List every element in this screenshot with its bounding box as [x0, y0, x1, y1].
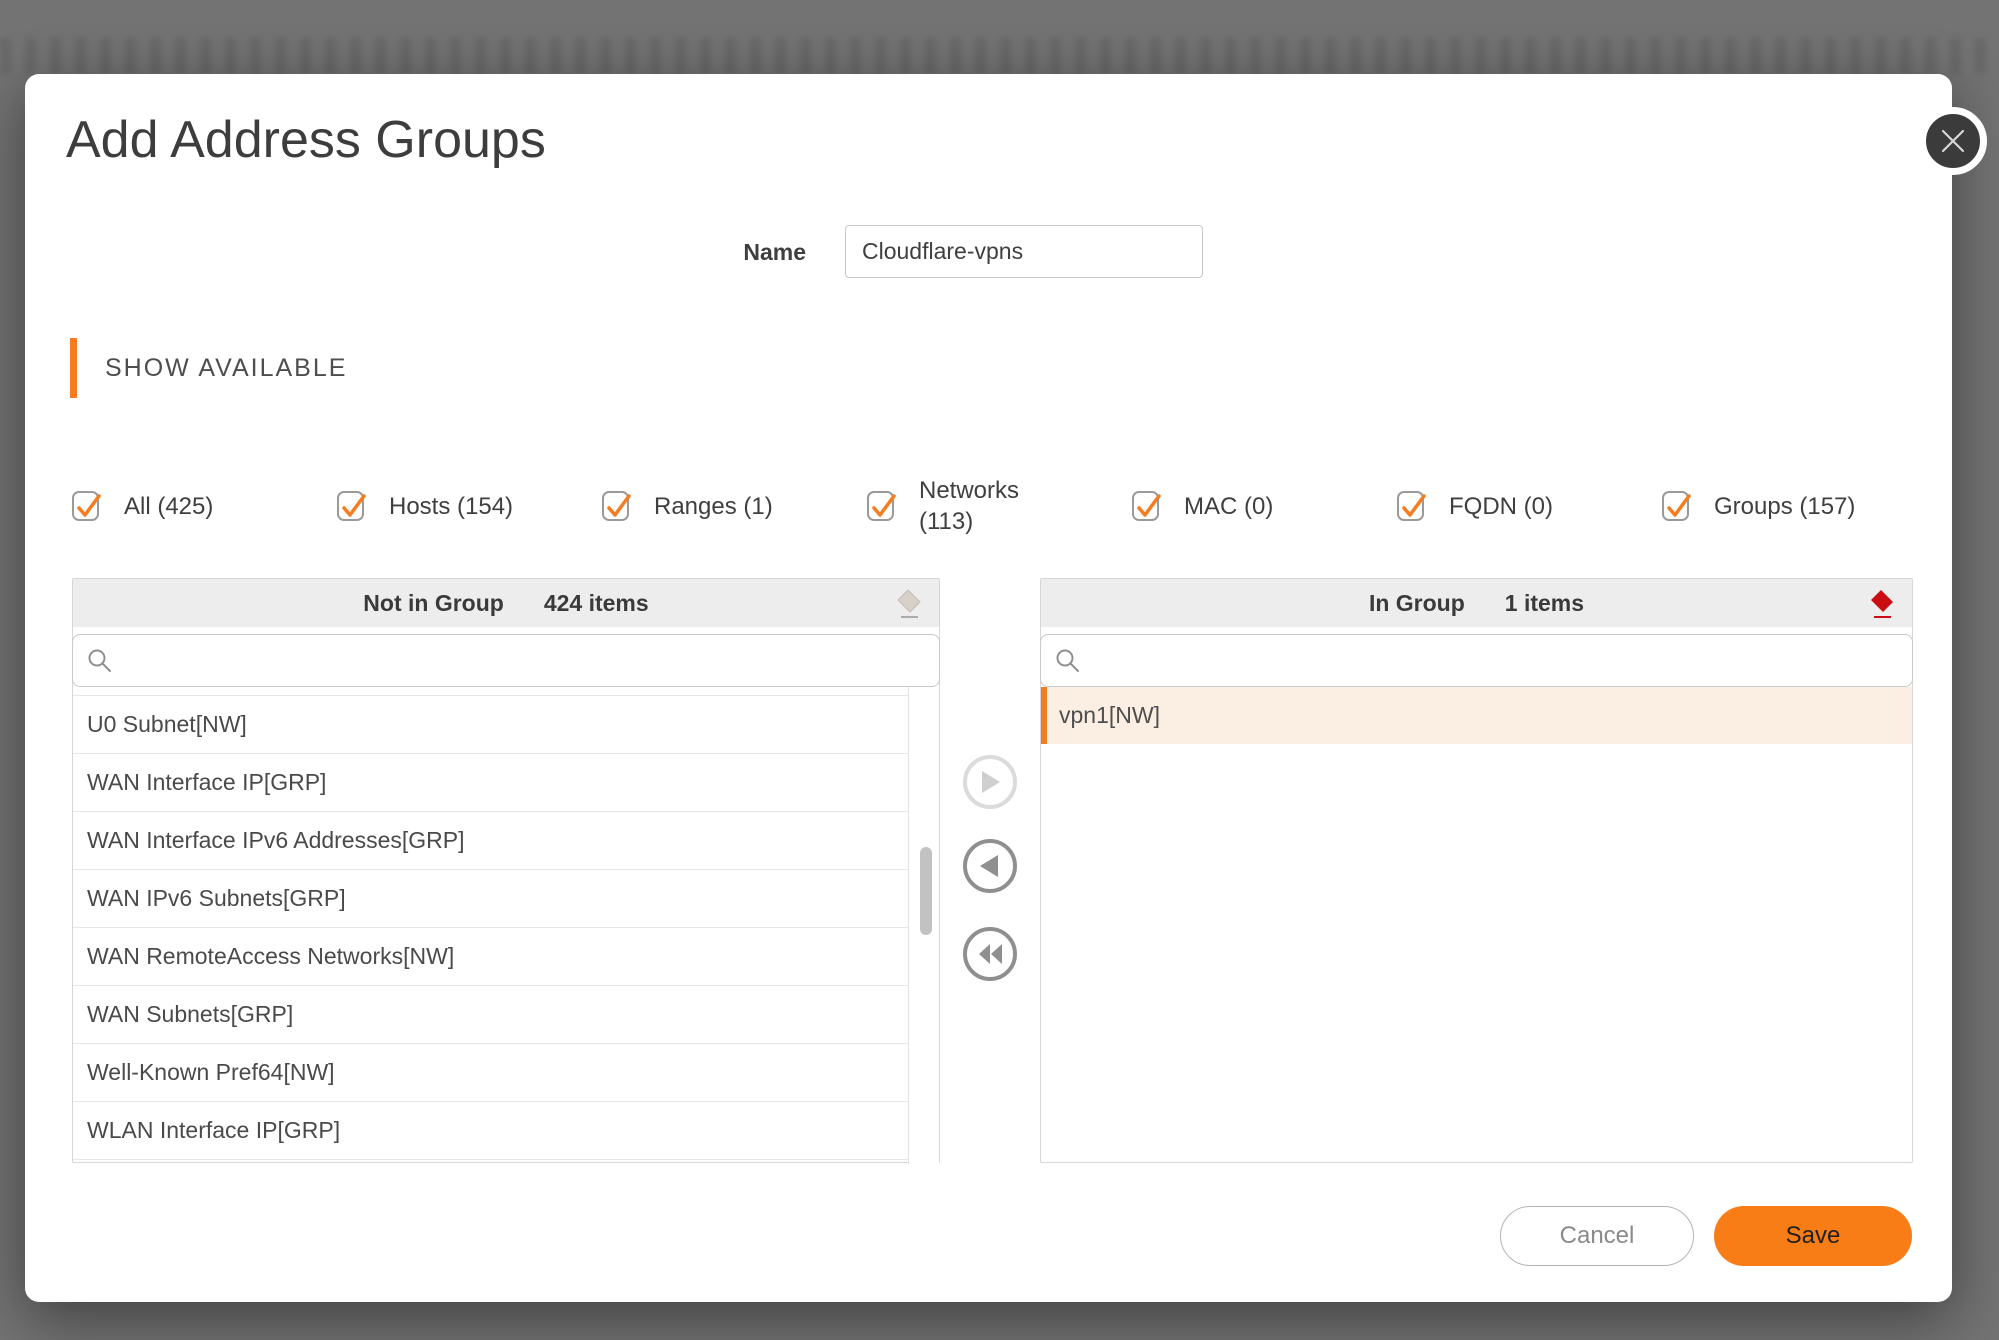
filter-label: Hosts (154) [389, 491, 513, 522]
x-icon [1940, 128, 1966, 154]
not-in-group-header: Not in Group 424 items [73, 579, 939, 627]
checkmark-icon [1663, 491, 1693, 523]
checkmark-icon [1398, 491, 1428, 523]
double-left-arrow-icon [978, 942, 1003, 966]
name-label: Name [606, 238, 806, 266]
filter-label: Networks (113) [919, 475, 1039, 537]
clear-list-button[interactable] [891, 587, 925, 621]
checkbox-fqdn[interactable] [1397, 491, 1424, 521]
not-in-group-list: U0 Subnet[NW] WAN Interface IP[GRP] WAN … [73, 687, 939, 1164]
clear-list-button[interactable] [1864, 587, 1898, 621]
save-button[interactable]: Save [1714, 1206, 1912, 1266]
panel-item-count: 424 items [544, 590, 649, 617]
screen-backdrop: { "dialog": { "title": "Add Address Grou… [0, 0, 1999, 1340]
not-in-group-panel: Not in Group 424 items U0 Subnet[NW [72, 578, 940, 1163]
list-item[interactable]: WAN Interface IPv6 Addresses[GRP] [73, 812, 908, 870]
in-group-search-input[interactable] [1040, 634, 1913, 687]
checkbox-groups[interactable] [1662, 491, 1689, 521]
list-item[interactable]: WAN Subnets[GRP] [73, 986, 908, 1044]
filter-item-hosts: Hosts (154) [337, 491, 602, 522]
filter-label: MAC (0) [1184, 491, 1273, 522]
checkbox-all[interactable] [72, 491, 99, 521]
in-group-search [1041, 634, 1912, 687]
add-address-groups-dialog: Add Address Groups Name SHOW AVAILABLE A… [25, 74, 1952, 1302]
list-item[interactable]: Well-Known Pref64[NW] [73, 1044, 908, 1102]
checkbox-mac[interactable] [1132, 491, 1159, 521]
eraser-icon [1867, 589, 1895, 619]
checkbox-hosts[interactable] [337, 491, 364, 521]
checkmark-icon [1133, 491, 1163, 523]
left-arrow-icon [979, 854, 1001, 878]
show-available-heading: SHOW AVAILABLE [105, 352, 347, 384]
scrollbar-track[interactable] [908, 687, 939, 1164]
section-accent-bar [70, 338, 77, 398]
filter-item-groups: Groups (157) [1662, 491, 1927, 522]
eraser-icon [894, 589, 922, 619]
panel-title: In Group [1369, 590, 1465, 617]
filter-label: Groups (157) [1714, 491, 1855, 522]
panel-item-count: 1 items [1505, 590, 1584, 617]
filter-item-all: All (425) [72, 491, 337, 522]
move-all-left-button[interactable] [963, 927, 1017, 981]
checkbox-networks[interactable] [867, 491, 894, 521]
filter-item-networks: Networks (113) [867, 475, 1132, 537]
filter-label: FQDN (0) [1449, 491, 1553, 522]
in-group-header: In Group 1 items [1041, 579, 1912, 627]
checkbox-ranges[interactable] [602, 491, 629, 521]
checkmark-icon [603, 491, 633, 523]
close-button[interactable] [1919, 107, 1987, 175]
partial-row [73, 687, 908, 696]
filter-item-ranges: Ranges (1) [602, 491, 867, 522]
filter-label: Ranges (1) [654, 491, 773, 522]
dialog-title: Add Address Groups [66, 110, 546, 170]
list-item[interactable]: WLAN Interface IP[GRP] [73, 1102, 908, 1160]
list-item[interactable]: WAN RemoteAccess Networks[NW] [73, 928, 908, 986]
checkmark-icon [338, 491, 368, 523]
list-item[interactable]: WAN Interface IP[GRP] [73, 754, 908, 812]
filter-row: All (425) Hosts (154) Ranges (1) Network… [72, 467, 1932, 545]
scrollbar-thumb[interactable] [920, 847, 932, 935]
in-group-list: vpn1[NW] [1041, 687, 1912, 1164]
filter-label: All (425) [124, 491, 213, 522]
not-in-group-search-input[interactable] [72, 634, 940, 687]
list-item[interactable]: WAN IPv6 Subnets[GRP] [73, 870, 908, 928]
in-group-panel: In Group 1 items vpn1[NW] [1040, 578, 1913, 1163]
selected-list-item[interactable]: vpn1[NW] [1041, 687, 1912, 744]
dimmed-background-content [0, 38, 1999, 74]
right-arrow-icon [979, 770, 1001, 794]
list-item[interactable]: U0 Subnet[NW] [73, 696, 908, 754]
filter-item-fqdn: FQDN (0) [1397, 491, 1662, 522]
filter-item-mac: MAC (0) [1132, 491, 1397, 522]
panel-title: Not in Group [363, 590, 504, 617]
name-input[interactable] [845, 225, 1203, 278]
move-left-button[interactable] [963, 839, 1017, 893]
cancel-button[interactable]: Cancel [1500, 1206, 1694, 1266]
checkmark-icon [868, 491, 898, 523]
not-in-group-search [73, 634, 939, 687]
move-right-button[interactable] [963, 755, 1017, 809]
checkmark-icon [73, 491, 103, 523]
